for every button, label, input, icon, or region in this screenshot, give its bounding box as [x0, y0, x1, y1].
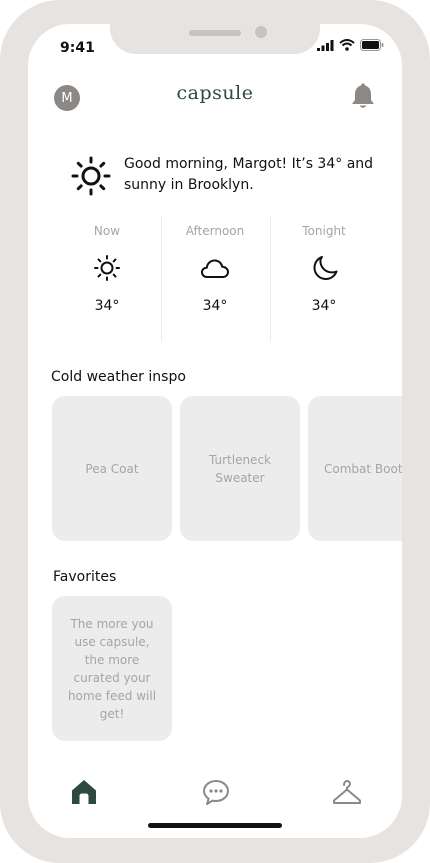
forecast-temp: 34°: [311, 298, 337, 314]
inspo-card[interactable]: Combat Boots: [308, 396, 402, 541]
forecast-label: Tonight: [302, 224, 346, 238]
chat-icon[interactable]: [202, 778, 230, 810]
volume-up-button: [0, 180, 4, 236]
silent-switch: [0, 116, 4, 146]
forecast-tonight: Tonight 34°: [269, 224, 379, 314]
forecast-temp: 34°: [94, 298, 120, 314]
moon-icon: [269, 252, 379, 284]
app-logo: capsule: [176, 82, 254, 104]
sun-icon: [52, 252, 162, 284]
signal-icon: [317, 39, 334, 51]
inspo-card[interactable]: Pea Coat: [52, 396, 172, 541]
front-camera: [255, 26, 267, 38]
speaker-grille: [189, 30, 241, 36]
inspo-card-label: Combat Boots: [324, 461, 402, 476]
home-indicator: [148, 823, 282, 828]
power-button: [426, 200, 430, 296]
forecast-afternoon: Afternoon 34°: [160, 224, 270, 314]
cloud-icon: [160, 252, 270, 284]
app-screen: 9:41 M capsule Good morning, Margot! It’…: [28, 24, 402, 838]
inspo-title: Cold weather inspo: [51, 369, 186, 385]
forecast-label: Afternoon: [185, 224, 245, 238]
hanger-icon[interactable]: [332, 778, 362, 810]
inspo-card-label: Pea Coat: [85, 461, 139, 476]
forecast-now: Now 34°: [52, 224, 162, 314]
favorites-empty-card: The more you use capsule, the more curat…: [52, 596, 172, 741]
favorites-empty-text: The more you use capsule, the more curat…: [67, 616, 157, 721]
status-icons: [317, 39, 384, 51]
greeting-text: Good morning, Margot! It’s 34° and sunny…: [124, 156, 374, 193]
home-icon[interactable]: [70, 778, 98, 810]
volume-down-button: [0, 256, 4, 312]
notch: [110, 24, 320, 54]
forecast-temp: 34°: [202, 298, 228, 314]
bell-icon[interactable]: [350, 82, 376, 114]
inspo-card[interactable]: Turtleneck Sweater: [180, 396, 300, 541]
inspo-card-label: Turtleneck Sweater: [208, 452, 271, 485]
wifi-icon: [339, 39, 355, 51]
favorites-title: Favorites: [53, 569, 117, 585]
status-time: 9:41: [60, 40, 95, 56]
forecast-label: Now: [93, 224, 121, 238]
sun-icon: [71, 156, 111, 200]
battery-icon: [360, 39, 384, 51]
